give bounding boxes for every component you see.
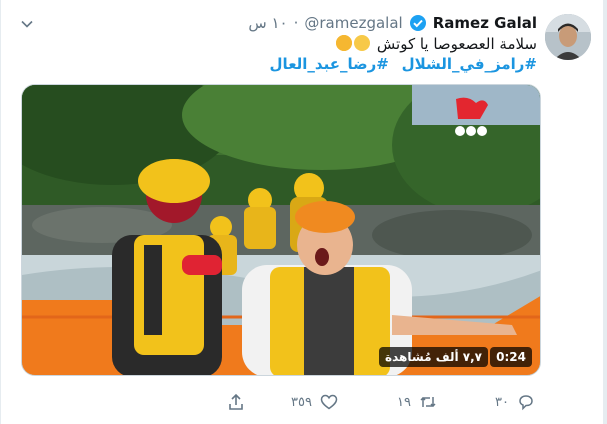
video-player[interactable]: ٧,٧ ألف مُشاهدة 0:24 [21, 84, 541, 376]
retweet-button[interactable]: ١٩ [397, 392, 437, 412]
reply-count: ٣٠ [495, 394, 509, 410]
page-background-strip [603, 0, 607, 424]
hashtag-list: #رامز_في_الشلال #رضا_عبد_العال [57, 54, 537, 74]
like-button[interactable]: ٣٥٩ [291, 392, 338, 412]
like-count: ٣٥٩ [291, 394, 312, 410]
display-name[interactable]: Ramez Galal [433, 14, 537, 32]
video-duration-badge: 0:24 [490, 347, 532, 367]
share-icon [229, 393, 243, 410]
view-count-badge: ٧,٧ ألف مُشاهدة [379, 347, 488, 367]
laughing-emoji-icon [354, 35, 371, 51]
mbc-masr-logo [450, 95, 492, 141]
tweet-text: سلامة العصعوصا يا كوتش #رامز_في_الشلال #… [57, 34, 537, 74]
retweet-count: ١٩ [397, 394, 411, 410]
tweet-body-text: سلامة العصعوصا يا كوتش [376, 35, 537, 53]
like-icon [320, 394, 338, 410]
tweet-header: Ramez Galal @ramezgalal · ١٠ س [248, 12, 537, 34]
tweet-timestamp[interactable]: ١٠ س [248, 14, 287, 32]
chevron-down-icon[interactable] [19, 16, 35, 32]
heart-eyes-emoji-icon [336, 35, 353, 51]
hashtag-link[interactable]: #رضا_عبد_العال [270, 55, 389, 73]
verified-badge-icon [409, 14, 427, 32]
hashtag-link[interactable]: #رامز_في_الشلال [402, 55, 537, 73]
reply-icon [519, 395, 533, 411]
tweet-body: سلامة العصعوصا يا كوتش [57, 34, 537, 54]
share-button[interactable] [227, 392, 245, 412]
retweet-icon [420, 396, 436, 408]
tweet-action-bar: ٣٥٩ ١٩ ٣٠ [1, 384, 604, 420]
tweet-card[interactable]: Ramez Galal @ramezgalal · ١٠ س سلامة الع… [0, 0, 603, 424]
reply-button[interactable]: ٣٠ [495, 392, 535, 412]
avatar[interactable] [545, 14, 591, 60]
user-handle[interactable]: @ramezgalal [304, 14, 402, 32]
separator-dot: · [293, 14, 299, 32]
